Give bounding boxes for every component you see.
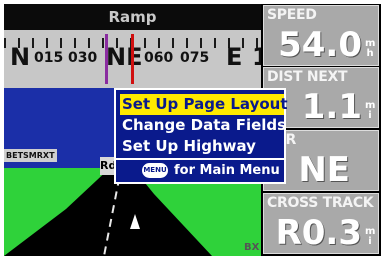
options-menu: Set Up Page Layout Change Data Fields Se… (114, 88, 288, 184)
scale-label: BETSMRXT (4, 149, 57, 162)
field-value: 1.1 (301, 87, 362, 127)
field-value: R0.3 (275, 213, 362, 253)
field-unit: mh (365, 38, 376, 59)
waypoint-label: Rd (100, 157, 116, 175)
menu-item-set-up-highway[interactable]: Set Up Highway (120, 136, 284, 157)
menu-footer-text: for Main Menu (174, 163, 280, 178)
field-unit: mi (365, 100, 376, 121)
field-label: SPEED (267, 7, 317, 23)
menu-item-change-data-fields[interactable]: Change Data Fields (120, 115, 286, 136)
field-unit: mi (365, 226, 376, 247)
field-label: CROSS TRACK (267, 195, 374, 211)
field-label: DIST NEXT (267, 69, 348, 85)
field-value: 54.0 (278, 25, 362, 65)
menu-button-icon: MENU (142, 163, 168, 178)
field-value: NE (298, 150, 350, 190)
gps-screen: Ramp N 015 030 NE 060 075 E 1 BETSMRXT R… (4, 4, 381, 256)
corner-label: BX (244, 242, 260, 253)
cross-track-field[interactable]: CROSS TRACK R0.3 mi (263, 193, 379, 254)
speed-field[interactable]: SPEED 54.0 mh (263, 5, 379, 66)
menu-footer: MENU for Main Menu (116, 158, 284, 182)
menu-item-set-up-page-layout[interactable]: Set Up Page Layout (120, 94, 288, 115)
